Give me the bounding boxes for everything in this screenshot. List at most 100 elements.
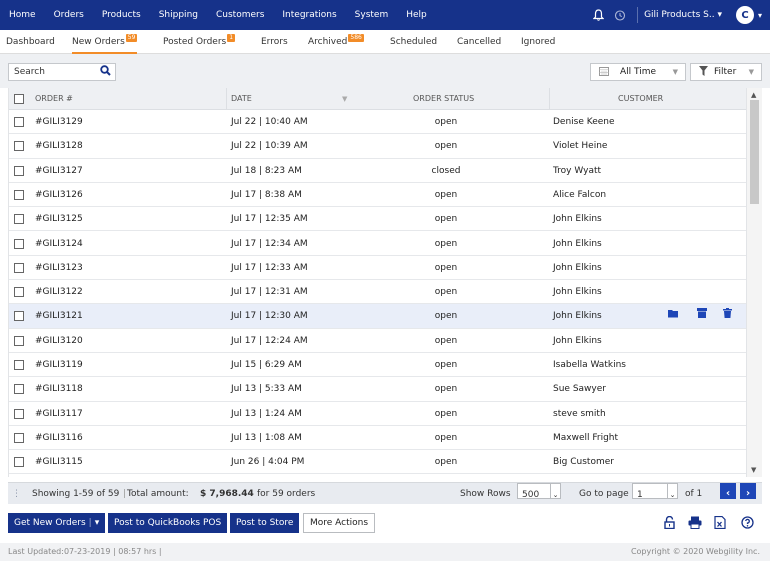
table-row[interactable]: #GILI3115 Jun 26 | 4:04 PM open Big Custome… — [9, 450, 747, 475]
row-checkbox[interactable] — [14, 311, 24, 322]
row-checkbox[interactable] — [14, 432, 24, 443]
help-icon[interactable] — [740, 516, 754, 530]
row-checkbox[interactable] — [14, 457, 24, 468]
unlock-icon[interactable] — [662, 515, 676, 530]
folder-icon[interactable] — [668, 304, 679, 328]
nav-products[interactable]: Products — [93, 0, 150, 30]
order-date: Jul 22 | 10:39 AM — [231, 141, 308, 152]
nav-system[interactable]: System — [346, 0, 398, 30]
next-page-button[interactable]: › — [740, 483, 756, 499]
nav-shipping[interactable]: Shipping — [150, 0, 207, 30]
tab-new-orders[interactable]: New Orders 59 — [72, 30, 138, 54]
order-date: Jul 17 | 12:31 AM — [231, 287, 308, 298]
customer-name: John Elkins — [553, 214, 602, 225]
row-checkbox[interactable] — [14, 189, 24, 200]
customer-name: John Elkins — [553, 238, 602, 249]
post-to-store-button[interactable]: Post to Store — [230, 513, 300, 533]
table-row[interactable]: #GILI3128 Jul 22 | 10:39 AM open Violet Hei… — [9, 134, 747, 159]
table-row[interactable]: #GILI3123 Jul 17 | 12:33 AM open John Elkin… — [9, 256, 747, 281]
table-row[interactable]: #GILI3117 Jul 13 | 1:24 AM open steve smith — [9, 402, 747, 426]
search-input[interactable]: Search — [8, 63, 116, 81]
table-row[interactable]: #GILI3129 Jul 22 | 10:40 AM open Denise Kee… — [9, 110, 747, 135]
row-checkbox[interactable] — [14, 384, 24, 395]
customer-name: steve smith — [553, 408, 606, 419]
vertical-scrollbar[interactable]: ▲ ▼ — [746, 88, 762, 477]
search-icon[interactable] — [100, 65, 111, 79]
table-row[interactable]: #GILI3124 Jul 17 | 12:34 AM open John Elkin… — [9, 232, 747, 256]
filter-icon — [699, 65, 708, 79]
column-header-date[interactable]: DATE — [231, 88, 252, 110]
archive-icon[interactable] — [697, 304, 707, 328]
table-row[interactable]: #GILI3116 Jul 13 | 1:08 AM open Maxwell Fri… — [9, 426, 747, 451]
row-checkbox[interactable] — [14, 262, 24, 273]
order-date: Jul 18 | 8:23 AM — [231, 165, 302, 176]
table-row[interactable]: #GILI3125 Jul 17 | 12:35 AM open John Elkin… — [9, 207, 747, 232]
order-date: Jul 15 | 6:29 AM — [231, 360, 302, 370]
column-header-customer[interactable]: CUSTOMER — [618, 88, 663, 110]
clock-icon[interactable] — [609, 0, 631, 30]
sort-desc-icon[interactable]: ▼ — [342, 88, 347, 110]
order-number: #GILI3121 — [35, 311, 83, 322]
column-header-status[interactable]: ORDER STATUS — [413, 88, 474, 110]
trash-icon[interactable] — [723, 304, 732, 328]
table-row[interactable]: #GILI3120 Jul 17 | 12:24 AM open John Elkin… — [9, 329, 747, 353]
row-checkbox[interactable] — [14, 141, 24, 152]
more-actions-button[interactable]: More Actions — [303, 513, 376, 533]
table-row[interactable]: #GILI3122 Jul 17 | 12:31 AM open John Elkin… — [9, 280, 747, 305]
tab-scheduled[interactable]: Scheduled — [390, 30, 437, 54]
nav-home[interactable]: Home — [0, 0, 45, 30]
drag-handle-icon[interactable]: ⋮ — [12, 483, 21, 505]
row-checkbox[interactable] — [14, 287, 24, 298]
store-selector[interactable]: Gili Products S.. ▾ — [644, 10, 722, 20]
post-to-quickbooks-button[interactable]: Post to QuickBooks POS — [108, 513, 228, 533]
tab-errors[interactable]: Errors — [261, 30, 288, 54]
tab-ignored[interactable]: Ignored — [521, 30, 555, 54]
export-excel-icon[interactable] — [713, 515, 727, 530]
previous-page-button[interactable]: ‹ — [720, 483, 736, 499]
nav-customers[interactable]: Customers — [207, 0, 273, 30]
table-row[interactable]: #GILI3126 Jul 17 | 8:38 AM open Alice Falco… — [9, 183, 747, 208]
row-checkbox[interactable] — [14, 408, 24, 419]
order-number: #GILI3129 — [35, 117, 83, 127]
tab-archived[interactable]: Archived 586 — [308, 30, 364, 54]
table-row[interactable]: #GILI3121 Jul 17 | 12:30 AM open John Elkin… — [9, 304, 747, 329]
scroll-down-icon[interactable]: ▼ — [751, 466, 756, 474]
order-date: Jul 22 | 10:40 AM — [231, 117, 308, 127]
nav-integrations[interactable]: Integrations — [273, 0, 345, 30]
user-menu[interactable]: C ▾ — [735, 6, 762, 24]
get-new-orders-button[interactable]: Get New Orders | ▾ — [8, 513, 106, 533]
row-checkbox[interactable] — [14, 335, 24, 346]
tab-cancelled[interactable]: Cancelled — [457, 30, 501, 54]
tab-posted-orders[interactable]: Posted Orders 1 — [163, 30, 236, 54]
scroll-thumb[interactable] — [750, 100, 759, 204]
bell-icon[interactable] — [587, 0, 609, 30]
print-icon[interactable] — [688, 516, 702, 530]
scroll-up-icon[interactable]: ▲ — [751, 91, 756, 99]
column-header-order[interactable]: ORDER # — [35, 88, 73, 110]
date-range-select[interactable]: All Time ▼ — [590, 63, 686, 81]
chevron-down-icon[interactable]: ⌄ — [667, 483, 678, 499]
table-row[interactable]: #GILI3119 Jul 15 | 6:29 AM open Isabella Wa… — [9, 353, 747, 378]
chevron-down-icon[interactable]: ▾ — [95, 518, 100, 528]
select-all-checkbox[interactable] — [14, 94, 24, 104]
table-row[interactable]: #GILI3127 Jul 18 | 8:23 AM closed Troy Wyat… — [9, 159, 747, 183]
nav-help[interactable]: Help — [397, 0, 436, 30]
order-status: open — [434, 287, 458, 298]
chevron-down-icon: ▾ — [757, 10, 762, 20]
filter-button[interactable]: Filter ▼ — [690, 63, 762, 81]
order-number: #GILI3115 — [35, 457, 83, 468]
nav-orders[interactable]: Orders — [45, 0, 93, 30]
row-checkbox[interactable] — [14, 117, 24, 127]
show-rows-select[interactable]: 500 — [517, 483, 551, 500]
page-number-input[interactable]: 1 — [632, 483, 668, 500]
row-checkbox[interactable] — [14, 360, 24, 370]
row-checkbox[interactable] — [14, 238, 24, 249]
tab-dashboard[interactable]: Dashboard — [6, 30, 55, 54]
row-checkbox[interactable] — [14, 214, 24, 225]
status-bar: Last Updated:07-23-2019 | 08:57 hrs | Co… — [0, 543, 770, 561]
row-checkbox[interactable] — [14, 165, 24, 176]
chevron-down-icon[interactable]: ⌄ — [550, 483, 561, 499]
customer-name: Big Customer — [553, 457, 614, 468]
order-status: open — [434, 117, 458, 127]
table-row[interactable]: #GILI3118 Jul 13 | 5:33 AM open Sue Sawyer — [9, 377, 747, 402]
